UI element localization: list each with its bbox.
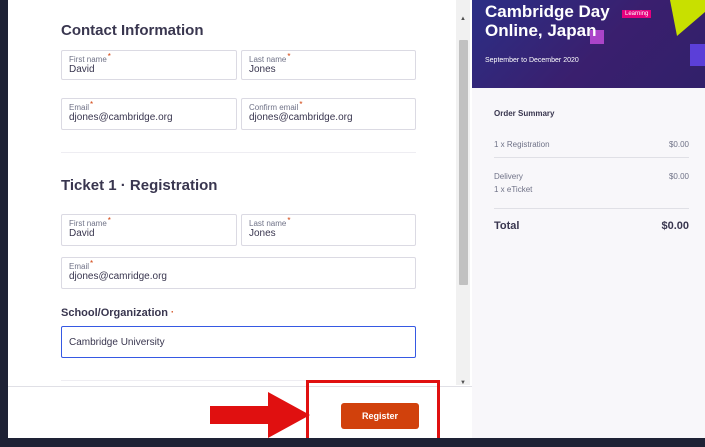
checkout-screen: Contact Information First name* David La… <box>0 0 705 447</box>
ticket-first-name-field[interactable]: First name* David <box>61 214 237 246</box>
field-label: First name* <box>69 216 111 228</box>
contact-confirm-email-field[interactable]: Confirm email* djones@cambridge.org <box>241 98 416 130</box>
field-label: Confirm email* <box>249 100 303 112</box>
annotation-highlight-box <box>306 380 440 442</box>
total-value: $0.00 <box>661 220 689 232</box>
ticket-heading: Ticket 1 · Registration <box>61 177 218 194</box>
field-value: David <box>69 64 95 75</box>
field-label: First name* <box>69 52 111 64</box>
section-divider <box>61 152 416 153</box>
event-dates: September to December 2020 <box>485 57 579 64</box>
contact-last-name-field[interactable]: Last name* Jones <box>241 50 416 80</box>
field-label: Email* <box>69 100 94 112</box>
contact-email-field[interactable]: Email* djones@cambridge.org <box>61 98 237 130</box>
event-hero-banner: Cambridge Day Online, Japan September to… <box>472 0 705 88</box>
field-value: djones@camridge.org <box>69 271 167 282</box>
registration-form-panel: Contact Information First name* David La… <box>8 0 472 438</box>
contact-info-heading: Contact Information <box>61 22 204 39</box>
order-summary: Order Summary 1 x Registration $0.00 Del… <box>472 88 705 438</box>
field-value: Jones <box>249 64 276 75</box>
school-organization-input[interactable]: Cambridge University <box>61 326 416 358</box>
delivery-sublabel: 1 x eTicket <box>494 185 533 194</box>
order-sidebar: Cambridge Day Online, Japan September to… <box>472 0 705 438</box>
ticket-last-name-field[interactable]: Last name* Jones <box>241 214 416 246</box>
field-value: Jones <box>249 228 276 239</box>
field-value: djones@cambridge.org <box>69 112 173 123</box>
field-label: Last name* <box>249 216 291 228</box>
field-label: Email* <box>69 259 94 271</box>
contact-first-name-field[interactable]: First name* David <box>61 50 237 80</box>
delivery-label: Delivery <box>494 172 523 181</box>
total-label: Total <box>494 220 520 232</box>
category-badge: Learning <box>622 10 652 18</box>
field-value: Cambridge University <box>69 337 165 348</box>
event-title: Cambridge Day Online, Japan <box>485 2 610 40</box>
line-item-price: $0.00 <box>668 140 689 149</box>
ticket-email-field[interactable]: Email* djones@camridge.org <box>61 257 416 289</box>
school-organization-label: School/Organization · <box>61 307 174 319</box>
field-value: djones@cambridge.org <box>249 112 353 123</box>
scroll-up-arrow-icon[interactable]: ▲ <box>460 16 466 22</box>
summary-divider <box>494 157 689 158</box>
bottom-bar <box>0 438 705 447</box>
red-arrow-icon <box>210 392 310 438</box>
field-label: Last name* <box>249 52 291 64</box>
line-item-label: 1 x Registration <box>494 140 550 149</box>
summary-divider <box>494 208 689 209</box>
delivery-price: $0.00 <box>668 172 689 181</box>
field-value: David <box>69 228 95 239</box>
scrollbar-thumb[interactable] <box>459 40 468 285</box>
order-summary-heading: Order Summary <box>494 109 555 118</box>
